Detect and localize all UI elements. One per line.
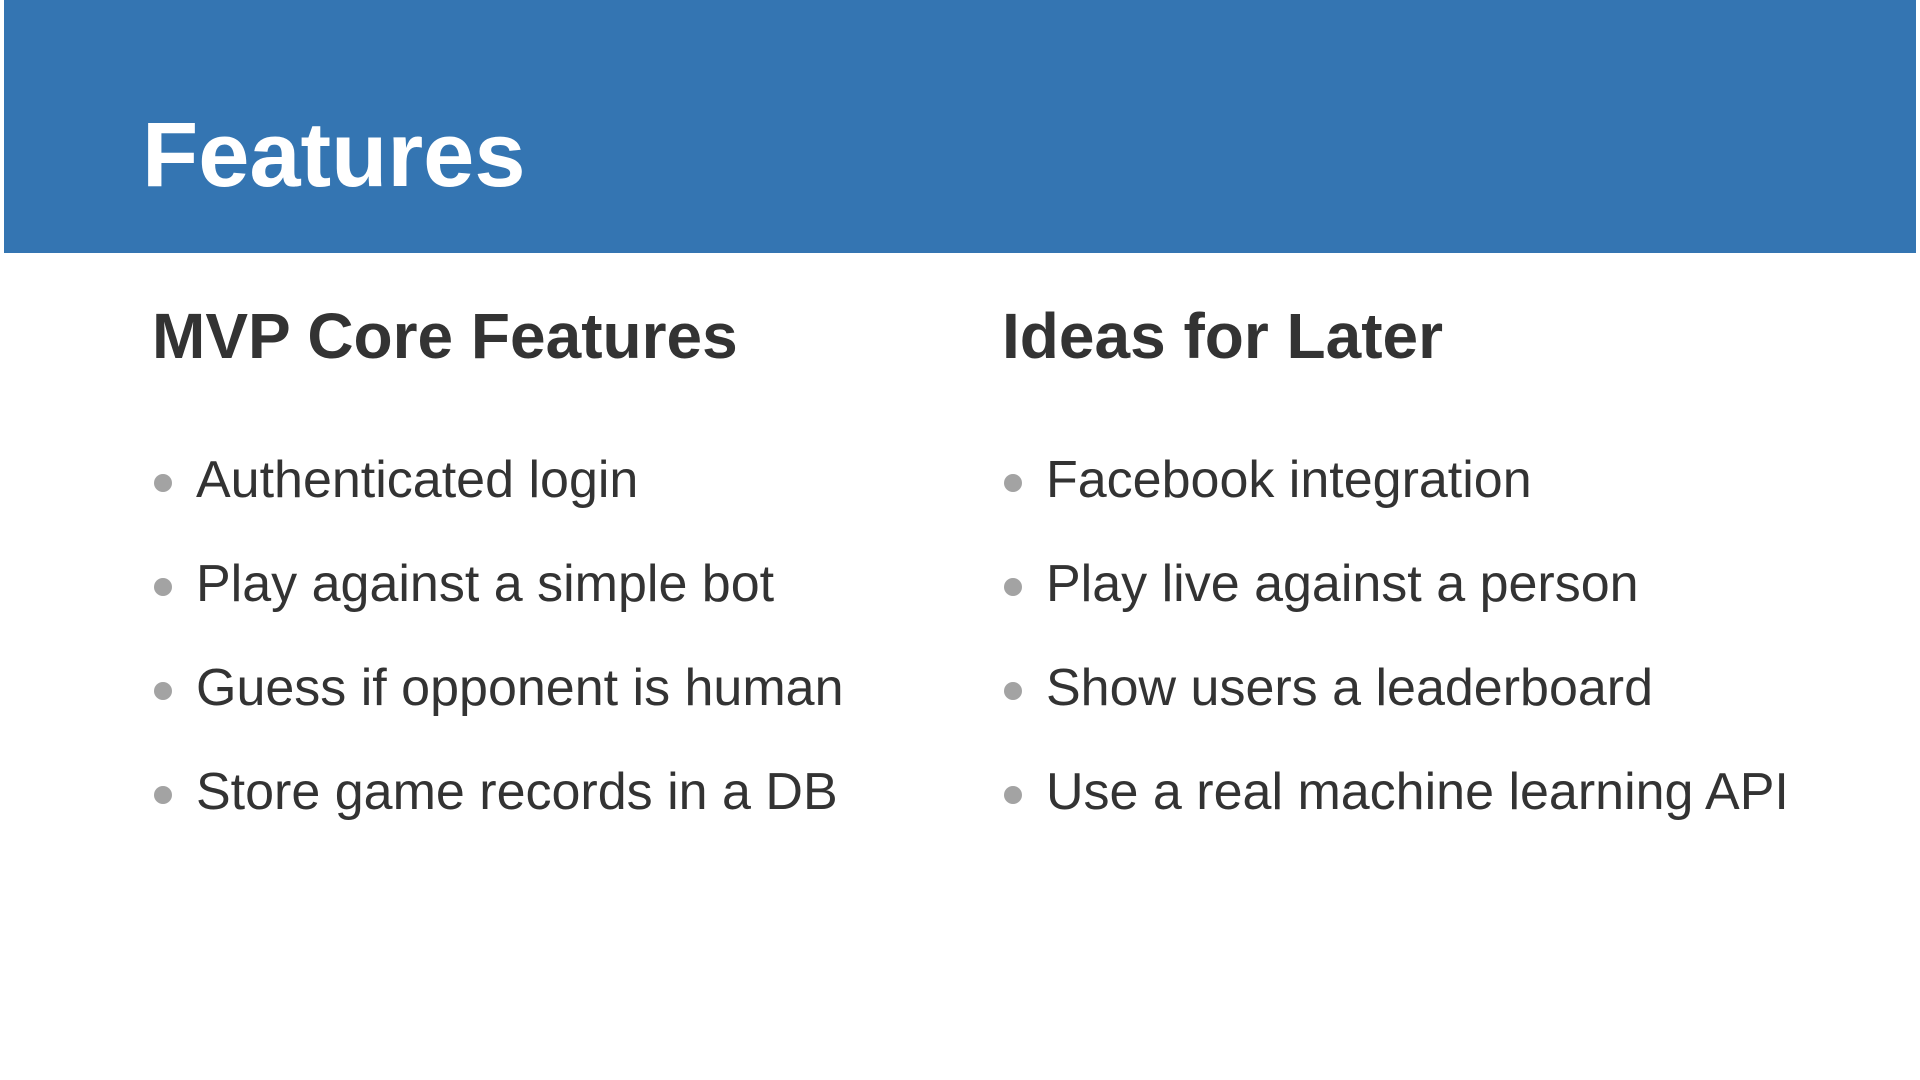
mvp-core-features-list: Authenticated login Play against a simpl… <box>152 428 972 844</box>
list-item: Facebook integration <box>1002 428 1882 532</box>
list-item: Store game records in a DB <box>152 740 972 844</box>
bullet-icon <box>1004 786 1022 804</box>
bullet-icon <box>1004 682 1022 700</box>
list-item-label: Play live against a person <box>1046 555 1639 613</box>
bullet-icon <box>1004 474 1022 492</box>
bullet-icon <box>1004 578 1022 596</box>
ideas-for-later-heading: Ideas for Later <box>1002 300 1444 372</box>
list-item-label: Store game records in a DB <box>196 763 838 821</box>
list-item-label: Facebook integration <box>1046 451 1532 509</box>
list-item: Play live against a person <box>1002 532 1882 636</box>
slide: Features MVP Core Features Authenticated… <box>0 0 1920 1080</box>
list-item: Use a real machine learning API <box>1002 740 1882 844</box>
list-item-label: Use a real machine learning API <box>1046 763 1789 821</box>
bullet-icon <box>154 682 172 700</box>
slide-title: Features <box>142 104 526 206</box>
list-item: Play against a simple bot <box>152 532 972 636</box>
list-item: Guess if opponent is human <box>152 636 972 740</box>
list-item: Show users a leaderboard <box>1002 636 1882 740</box>
bullet-icon <box>154 786 172 804</box>
mvp-core-features-heading: MVP Core Features <box>152 300 738 372</box>
title-banner: Features <box>4 0 1916 253</box>
bullet-icon <box>154 578 172 596</box>
list-item-label: Play against a simple bot <box>196 555 775 613</box>
list-item-label: Authenticated login <box>196 451 639 509</box>
list-item-label: Show users a leaderboard <box>1046 659 1654 717</box>
list-item: Authenticated login <box>152 428 972 532</box>
bullet-icon <box>154 474 172 492</box>
ideas-for-later-column: Ideas for Later Facebook integration Pla… <box>1002 292 1882 844</box>
mvp-core-features-column: MVP Core Features Authenticated login Pl… <box>152 292 972 844</box>
list-item-label: Guess if opponent is human <box>196 659 844 717</box>
ideas-for-later-list: Facebook integration Play live against a… <box>1002 428 1882 844</box>
